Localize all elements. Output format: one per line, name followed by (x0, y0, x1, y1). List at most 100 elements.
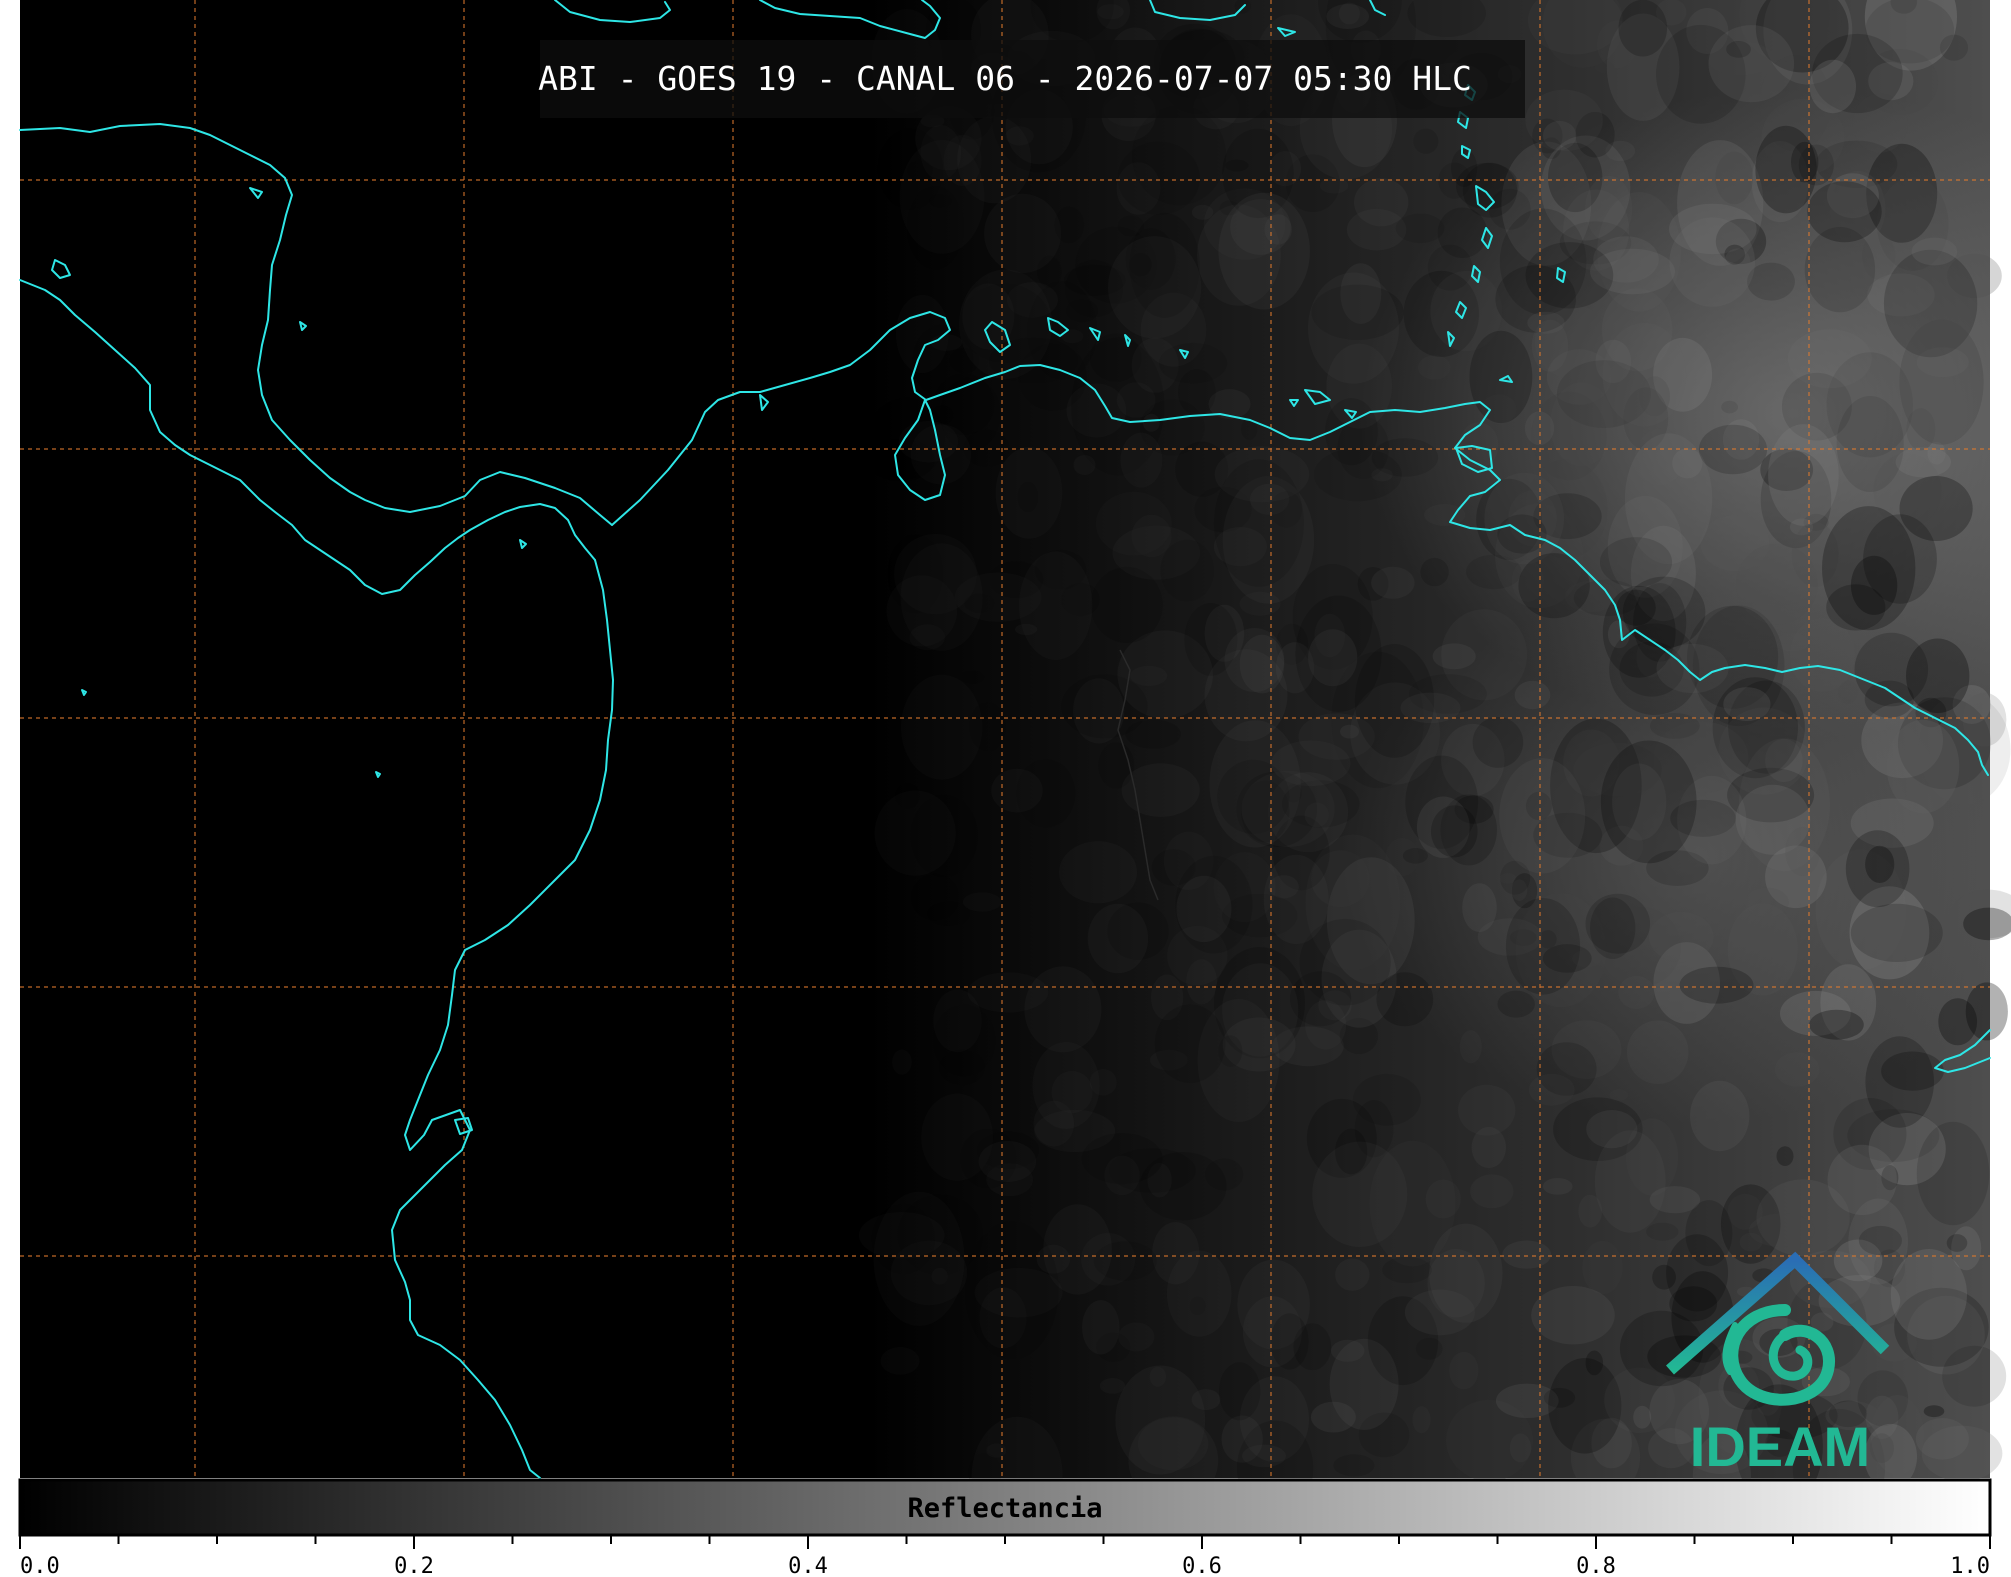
cloud-patch (986, 1443, 1007, 1458)
cloud-patch (1594, 60, 1614, 74)
cloud-patch (1850, 903, 1943, 963)
cloud-patch (1295, 595, 1382, 712)
colorbar-tick-label: 0.8 (1576, 1554, 1616, 1577)
cloud-patch (1899, 319, 1984, 445)
cloud-patch (1037, 255, 1062, 288)
cloud-patch (1527, 311, 1565, 334)
cloud-patch (1648, 911, 1714, 963)
cloud-patch (1459, 1030, 1482, 1064)
cloud-patch (1191, 204, 1214, 220)
cloud-patch (1809, 59, 1857, 114)
cloud-patch (1310, 1401, 1356, 1433)
cloud-patch (1449, 1351, 1479, 1390)
cloud-patch (1690, 1080, 1750, 1152)
cloud-patch (1354, 178, 1409, 227)
cloud-patch (1748, 1213, 1815, 1247)
cloud-patch (1395, 213, 1445, 244)
cloud-patch (1176, 875, 1232, 943)
colorbar: Reflectancia 0.0 0.2 0.4 0.6 0.8 1.0 (18, 1478, 1992, 1577)
cloud-patch (1946, 1234, 1968, 1252)
cloud-patch (1417, 355, 1451, 380)
cloud-patch (874, 790, 956, 876)
cloud-patch (927, 901, 971, 926)
cloud-patch (1333, 1454, 1375, 1477)
cloud-patch (1836, 396, 1904, 492)
cloud-patch (962, 892, 1002, 912)
cloud-patch (1511, 879, 1528, 901)
cloud-patch (1612, 763, 1667, 841)
cloud-patch (1755, 125, 1817, 214)
cloud-patch (1413, 128, 1439, 154)
cloud-patch (1724, 248, 1751, 276)
cloud-patch (1472, 717, 1524, 768)
cloud-patch (1308, 272, 1399, 384)
ideam-logo-text: IDEAM (1690, 1415, 1870, 1478)
cloud-patch (1915, 1418, 1969, 1460)
cloud-patch (1906, 638, 1970, 714)
cloud-patch (1005, 126, 1034, 146)
cloud-patch (1095, 491, 1172, 556)
cloud-patch (1804, 226, 1876, 313)
cloud-patch (1371, 566, 1415, 599)
cloud-patch (1402, 848, 1428, 864)
cloud-patch (1270, 1313, 1309, 1370)
cloud-patch (1502, 1240, 1552, 1269)
cloud-patch (1335, 1128, 1368, 1175)
cloud-patch (1864, 680, 1914, 718)
cloud-patch (1263, 854, 1329, 945)
cloud-patch (1024, 966, 1102, 1053)
cloud-patch (1130, 665, 1168, 687)
colorbar-tick-labels: 0.0 0.2 0.4 0.6 0.8 1.0 (20, 1554, 1990, 1577)
cloud-patch (1017, 481, 1039, 513)
cloud-patch (1470, 1174, 1514, 1209)
cloud-patch (1325, 398, 1378, 466)
colorbar-tick-label: 0.6 (1182, 1554, 1222, 1577)
cloud-patch (1242, 1444, 1286, 1468)
cloud-patch (1745, 887, 1789, 918)
cloud-patch (1886, 719, 1960, 814)
cloud-patch (1104, 1155, 1140, 1196)
colorbar-tick-label: 1.0 (1950, 1554, 1990, 1577)
cloud-patch (965, 1221, 1059, 1360)
cloud-patch (933, 1004, 996, 1077)
cloud-patch (909, 624, 945, 651)
cloud-patch (1358, 1412, 1410, 1458)
cloud-patch (1785, 827, 1820, 876)
cloud-patch (1239, 634, 1285, 694)
cloud-patch (1096, 1332, 1131, 1363)
colorbar-tick-label: 0.4 (788, 1554, 828, 1577)
cloud-patch (1787, 329, 1872, 389)
cloud-patch (1590, 897, 1636, 959)
cloud-patch (1962, 692, 2007, 747)
cloud-patch (1087, 903, 1149, 974)
cloud-patch (1432, 643, 1476, 670)
cloud-patch (1939, 34, 1969, 61)
colorbar-tick-label: 0.0 (20, 1554, 60, 1577)
cloud-patch (1369, 1140, 1456, 1267)
cloud-patch (1838, 680, 1858, 704)
cloud-patch (1789, 618, 1855, 692)
cloud-patch (1427, 1249, 1485, 1318)
cloud-patch (1609, 1089, 1629, 1101)
cloud-patch (1881, 1051, 1944, 1091)
cloud-patch (1131, 105, 1227, 206)
cloud-patch (1890, 1249, 1967, 1340)
cloud-patch (907, 159, 933, 181)
cloud-patch (1481, 394, 1517, 425)
cloud-patch (1137, 1417, 1209, 1471)
cloud-patch (1768, 424, 1839, 526)
colorbar-ticks (19, 1535, 1991, 1549)
cloud-patch (1626, 1020, 1689, 1084)
cloud-patch (1382, 1256, 1432, 1284)
cloud-patch (1965, 982, 2008, 1041)
cloud-patch (1514, 680, 1551, 710)
cloud-patch (1911, 237, 1958, 266)
cloud-patch (1054, 206, 1085, 244)
cloud-patch (1666, 1234, 1729, 1312)
cloud-patch (1531, 1286, 1615, 1345)
cloud-patch (1149, 1366, 1167, 1387)
cloud-patch (1679, 966, 1754, 1004)
cloud-patch (960, 670, 985, 684)
colorbar-tick-label: 0.2 (394, 1554, 434, 1577)
cloud-patch (1809, 1009, 1864, 1040)
